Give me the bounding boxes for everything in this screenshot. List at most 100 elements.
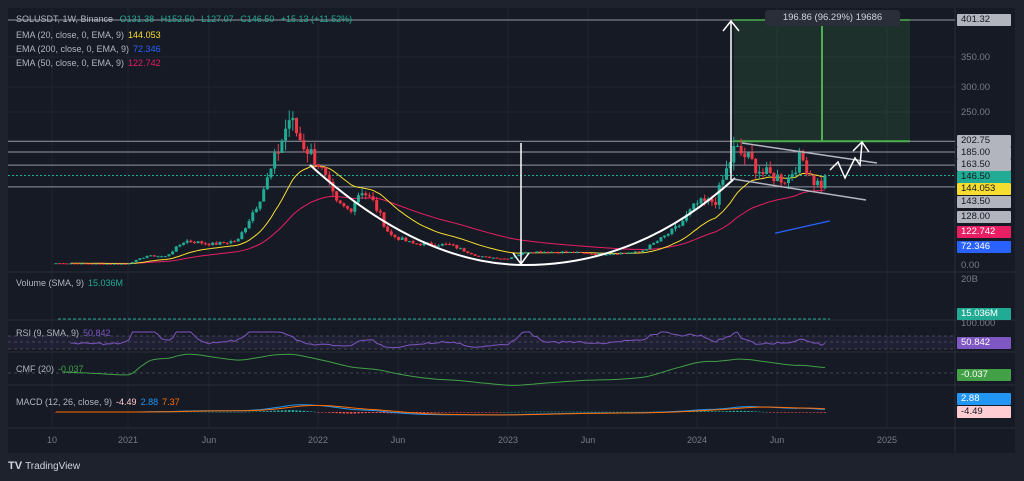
macd-histogram-bar [524,411,528,413]
macd-histogram-bar [513,411,517,413]
ema200-legend[interactable]: EMA (200, close, 0, EMA, 9) 72.346 [16,44,161,54]
candle [364,193,368,196]
candle [243,228,247,233]
candle [87,263,91,265]
ema20-value: 144.053 [128,30,161,40]
macd-histogram-bar [743,410,746,412]
candle [499,258,503,260]
macd-histogram-bar [554,411,557,413]
macd-histogram-bar [251,411,254,413]
pane-axis-label: -0.037 [957,369,1011,381]
ema200-label: EMA (200, close, 0, EMA, 9) [16,44,130,54]
candle [608,254,612,256]
candle [302,140,306,150]
candle [699,198,703,204]
macd-histogram-bar [710,411,714,412]
close-value: C146.50 [240,14,275,24]
candle [630,252,634,254]
macd-histogram-bar [430,412,433,413]
macd-histogram-bar [462,412,466,413]
candle [681,220,685,226]
macd-histogram-bar [754,411,757,412]
candle [674,226,678,229]
brand-name: TradingView [25,460,81,472]
candle [389,231,393,235]
macd-histogram-bar [237,411,240,413]
candle [626,252,630,254]
candle [539,251,543,253]
volume-tick: 20B [961,274,978,285]
candle [637,251,641,253]
macd-line-value: 2.88 [140,397,159,407]
macd-legend[interactable]: MACD (12, 26, close, 9) -4.49 2.88 7.37 [16,397,180,407]
macd-histogram-bar [371,412,375,413]
candle [211,242,215,246]
candle [535,251,539,253]
chart-canvas[interactable] [0,0,1024,481]
candle [291,117,295,121]
candle [491,257,495,259]
price-axis-label: 72.346 [957,241,1011,253]
symbol-legend: SOLUSDT, 1W, Binance O131.38 H152.50 L12… [16,14,352,24]
macd-histogram-bar [328,412,331,413]
macd-histogram-bar [309,411,313,412]
macd-histogram-bar [360,412,364,414]
candle [138,258,142,261]
macd-histogram-bar [809,412,812,413]
candle [393,234,397,237]
candle [819,180,823,189]
macd-histogram-bar [794,412,797,413]
cmf-legend[interactable]: CMF (20) -0.037 [16,364,84,374]
macd-histogram-bar [492,412,495,413]
macd-histogram-bar [721,411,725,412]
volume-legend[interactable]: Volume (SMA, 9) 15.036M [16,278,123,288]
candle [590,253,594,255]
candle [240,232,244,239]
candle [411,241,415,244]
candle [189,240,193,242]
candle [564,251,568,253]
candle [342,203,346,207]
candle [725,168,729,180]
macd-histogram-bar [233,411,236,413]
candle [652,243,656,245]
macd-histogram-bar [441,412,444,413]
candle [415,243,419,245]
candle [517,254,521,257]
candle [112,263,116,265]
macd-histogram-bar [302,410,305,412]
tradingview-logo[interactable]: TV TradingView [8,460,80,472]
macd-histogram-bar [211,411,214,413]
candle [575,251,579,253]
candle [313,149,317,165]
ema50-legend[interactable]: EMA (50, close, 0, EMA, 9) 122.742 [16,58,161,68]
time-tick: 2021 [117,435,139,445]
macd-histogram-bar [528,411,531,413]
macd-histogram-bar [568,411,572,413]
lower-trendline [732,178,867,201]
price-axis-label: 143.50 [957,196,1011,208]
candle [462,248,466,252]
candle [298,133,302,141]
candle [349,208,353,212]
change-value: +15.13 (+11.52%) [280,14,353,24]
candle [546,252,550,254]
candle [531,252,535,254]
candle [488,256,492,258]
macd-histogram-bar [601,411,604,413]
macd-histogram-bar [539,411,542,413]
candle [247,220,251,229]
macd-histogram-bar [499,412,502,413]
price-axis-label: 401.32 [957,14,1011,26]
pane-axis-label: 50.842 [957,337,1011,349]
candle [218,241,222,245]
candle [783,182,787,184]
candle [823,175,827,189]
candle [69,263,73,265]
rsi-legend[interactable]: RSI (9, SMA, 9) 50.842 [16,328,111,338]
candle [324,167,328,175]
price-tick: 0.00 [961,260,980,271]
price-tick: 300.00 [961,82,991,93]
ema20-legend[interactable]: EMA (20, close, 0, EMA, 9) 144.053 [16,30,161,40]
candle [808,174,812,176]
